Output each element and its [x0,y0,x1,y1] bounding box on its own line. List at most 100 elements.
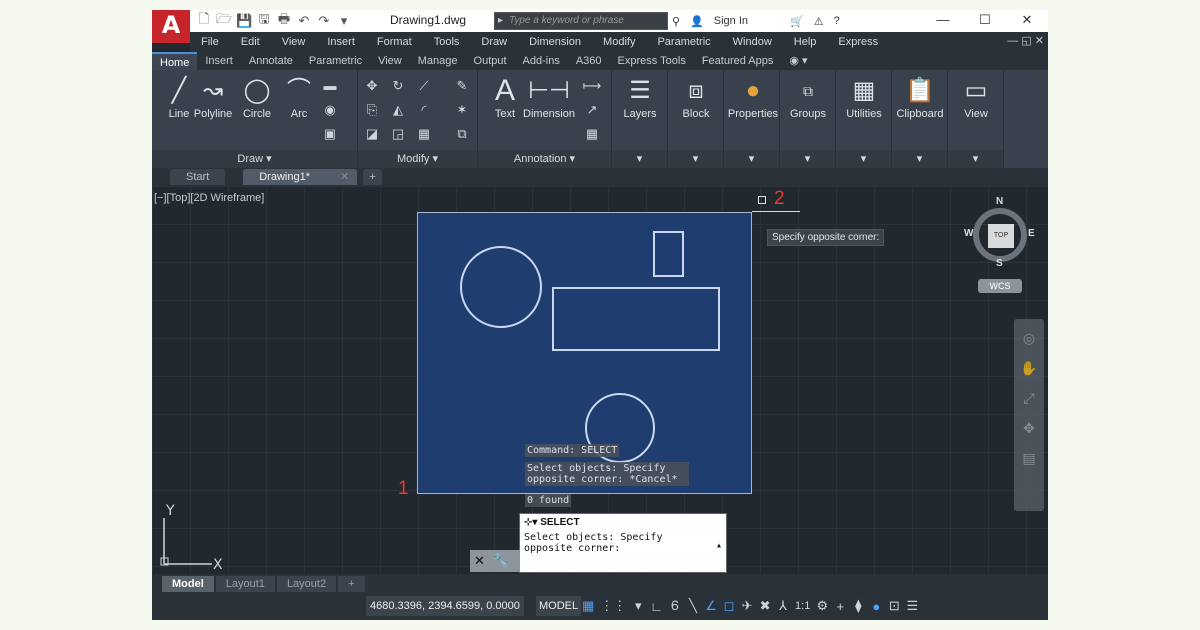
arc-button[interactable]: ⌒ Arc [274,74,324,120]
utilities-dropdown-icon[interactable]: ▾ [836,150,891,168]
menu-tools[interactable]: Tools [423,36,471,48]
mirror-icon[interactable]: ◭ [388,102,408,118]
sign-in-link[interactable]: Sign In [714,15,748,27]
scale-value[interactable]: 1:1 [795,600,810,612]
file-tab-drawing1[interactable]: Drawing1* ✕ [243,169,358,185]
tab-output[interactable]: Output [466,52,515,70]
offset-icon[interactable]: ⧉ [452,126,472,142]
clean-screen-icon[interactable]: ⊡ [888,598,900,614]
tab-home[interactable]: Home [152,52,198,70]
tab-view[interactable]: View [370,52,410,70]
grid-icon[interactable]: ▦ [582,598,594,614]
tab-insert[interactable]: Insert [197,52,241,70]
compass-east[interactable]: E [1028,228,1035,239]
menu-edit[interactable]: Edit [230,36,271,48]
menu-help[interactable]: Help [783,36,828,48]
annotation-panel-title[interactable]: Annotation ▾ [478,150,611,168]
showmotion-icon[interactable]: ▤ [1014,447,1044,469]
tab-model[interactable]: Model [162,576,214,592]
menu-file[interactable]: File [190,36,230,48]
drawing-viewport[interactable]: [−][Top][2D Wireframe] 2 1 Specify oppos… [152,186,1048,574]
tab-manage[interactable]: Manage [410,52,466,70]
close-tab-icon[interactable]: ✕ [340,171,349,183]
tab-featured-apps[interactable]: Featured Apps [694,52,782,70]
steering-wheel-icon[interactable]: ◎ [1014,327,1044,349]
view-button[interactable]: ▭ View [951,74,1001,120]
tab-layout2[interactable]: Layout2 [276,576,337,592]
groups-button[interactable]: ⧉ Groups [783,74,833,120]
units-icon[interactable]: ⧫ [852,598,864,614]
workspace-gear-icon[interactable]: ⚙ [816,598,829,614]
close-command-icon[interactable]: ✕ [474,553,485,568]
snap-icon[interactable]: ⋮⋮ [600,598,626,614]
binoculars-icon[interactable]: ⚲ [672,15,680,28]
print-icon[interactable]: 🖶 [276,10,292,32]
menu-view[interactable]: View [271,36,317,48]
menu-window[interactable]: Window [722,36,783,48]
save-icon[interactable]: 💾 [236,13,252,29]
redo-icon[interactable]: ↷ [316,13,332,29]
copy-icon[interactable]: ⎘ [362,102,382,118]
new-layout-button[interactable]: + [338,576,365,592]
clipboard-dropdown-icon[interactable]: ▾ [892,150,947,168]
scale-icon[interactable]: ◲ [388,126,408,142]
rectangle-small-shape[interactable] [653,231,684,277]
tab-annotate[interactable]: Annotate [241,52,301,70]
user-icon[interactable]: 👤 [690,15,704,28]
stretch-icon[interactable]: ◪ [362,126,382,142]
autodesk-icon[interactable]: ⚠ [814,15,824,28]
model-space-button[interactable]: MODEL [536,596,582,616]
menu-parametric[interactable]: Parametric [646,36,721,48]
save-as-icon[interactable]: 🖫 [256,10,272,32]
application-menu-button[interactable]: A [152,10,190,43]
circle-shape[interactable] [460,246,542,328]
tab-a360[interactable]: A360 [568,52,610,70]
properties-button[interactable]: ● Properties [725,74,781,120]
trim-icon[interactable]: ⟋ [414,78,434,94]
view-dropdown-icon[interactable]: ▾ [948,150,1003,168]
pan-icon[interactable]: ✋ [1014,357,1044,379]
array-icon[interactable]: ▦ [414,126,434,142]
object-snap-icon[interactable]: ◻ [723,598,735,614]
menu-dimension[interactable]: Dimension [518,36,592,48]
viewcube[interactable]: TOP N S E W [964,196,1036,269]
close-icon[interactable]: ✕ [1006,10,1048,32]
polar-icon[interactable]: Ꮾ [669,598,681,614]
polyline-button[interactable]: ↝ Polyline [188,74,238,120]
menu-express[interactable]: Express [827,36,889,48]
move-icon[interactable]: ✥ [362,78,382,94]
compass-north[interactable]: N [996,196,1003,207]
zoom-extents-icon[interactable]: ⤢ [1014,387,1044,409]
tab-express-tools[interactable]: Express Tools [610,52,694,70]
annotation-scale-icon[interactable]: ✈ [741,598,753,614]
utilities-button[interactable]: ▦ Utilities [839,74,889,120]
ribbon-toggle-icon[interactable]: ◉ ▾ [781,52,815,70]
tab-parametric[interactable]: Parametric [301,52,370,70]
wcs-dropdown[interactable]: WCS [978,279,1022,293]
fillet-icon[interactable]: ◜ [414,102,434,118]
linear-dimension-icon[interactable]: ⟼ [582,78,602,94]
cart-icon[interactable]: 🛒 [790,15,804,28]
layers-dropdown-icon[interactable]: ▾ [612,150,667,168]
hardware-acceleration-icon[interactable]: ● [870,599,882,614]
maximize-icon[interactable]: ☐ [964,10,1006,32]
compass-south[interactable]: S [996,258,1003,269]
new-file-icon[interactable]: 🗋 [196,10,212,32]
tab-add-ins[interactable]: Add-ins [515,52,568,70]
menu-modify[interactable]: Modify [592,36,646,48]
viewcube-top-face[interactable]: TOP [988,224,1014,248]
annotation-monitor-icon[interactable]: + [834,599,846,614]
object-snap-tracking-icon[interactable]: ∠ [705,598,717,614]
undo-icon[interactable]: ↶ [296,13,312,29]
rectangle-large-shape[interactable] [552,287,720,351]
explode-icon[interactable]: ✶ [452,102,472,118]
mdi-controls[interactable]: — ◱ ✕ [1007,34,1044,47]
customize-command-icon[interactable]: 🔧 [493,553,509,568]
draw-panel-title[interactable]: Draw ▾ [152,150,357,168]
menu-format[interactable]: Format [366,36,423,48]
auto-scale-icon[interactable]: ⅄ [777,598,789,614]
table-icon[interactable]: ▦ [582,126,602,142]
rectangle-icon[interactable]: ▬ [320,78,340,93]
search-input[interactable]: Type a keyword or phrase [494,12,668,30]
layers-button[interactable]: ☰ Layers [615,74,665,120]
